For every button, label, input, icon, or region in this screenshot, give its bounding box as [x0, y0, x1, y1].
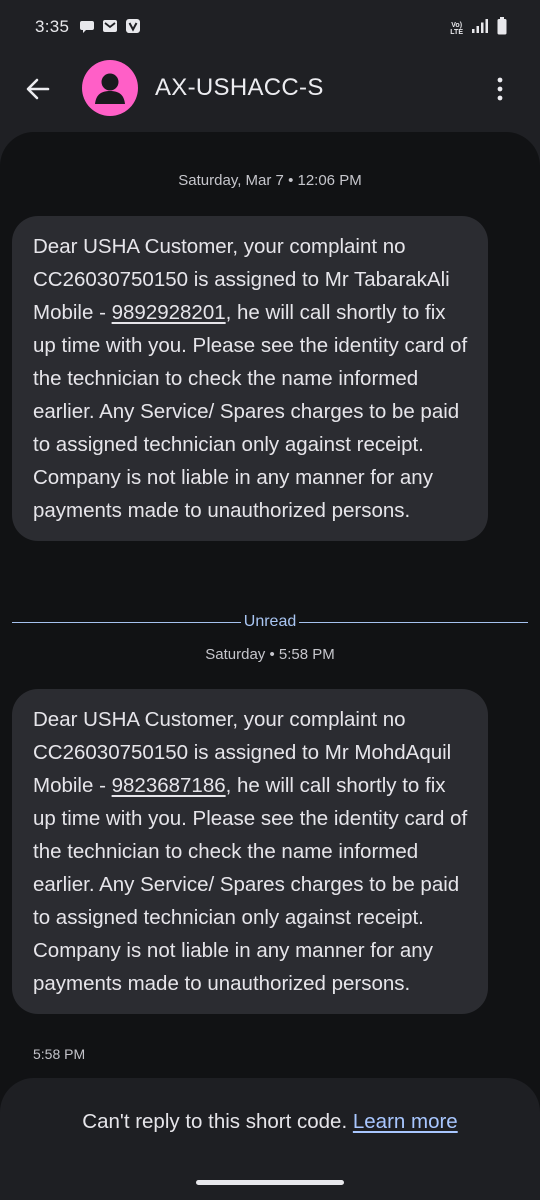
person-icon	[95, 73, 125, 104]
contact-avatar[interactable]	[82, 60, 138, 116]
battery-icon	[497, 17, 507, 40]
date-header: Saturday • 5:58 PM	[205, 646, 335, 663]
gmail-icon	[102, 18, 118, 34]
home-indicator[interactable]	[196, 1180, 344, 1185]
learn-more-link[interactable]: Learn more	[353, 1110, 458, 1133]
message-text: , he will call shortly to fix up time wi…	[33, 774, 468, 995]
cant-reply-text: Can't reply to this short code.	[82, 1110, 348, 1133]
status-time: 3:35	[35, 17, 70, 36]
phone-number-link[interactable]: 9892928201	[112, 301, 226, 324]
volte-bottom-label: LTE	[450, 28, 463, 36]
reply-footer: Can't reply to this short code. Learn mo…	[0, 1078, 540, 1200]
top-app-bar: AX-USHACC-S	[0, 56, 540, 132]
message-text: , he will call shortly to fix up time wi…	[33, 301, 468, 522]
unread-label: Unread	[243, 613, 297, 630]
signal-icon	[471, 18, 489, 39]
volte-icon: Vo) LTE	[450, 22, 463, 36]
back-button[interactable]	[22, 73, 54, 105]
conversation-panel[interactable]: Saturday, Mar 7 • 12:06 PM Dear USHA Cus…	[0, 132, 540, 1200]
volte-top-label: Vo)	[451, 21, 463, 29]
message-timestamp: 5:58 PM	[33, 1046, 86, 1062]
vi-app-icon	[125, 18, 141, 34]
status-bar: 3:35 Vo) LTE	[0, 0, 540, 56]
unread-divider: Unread	[12, 612, 529, 632]
divider-line	[299, 621, 529, 623]
system-icons: Vo) LTE	[450, 17, 507, 40]
more-options-button[interactable]	[488, 74, 512, 104]
message-bubble[interactable]: Dear USHA Customer, your complaint no CC…	[12, 689, 488, 1014]
chat-bubble-icon	[79, 18, 95, 34]
date-header: Saturday, Mar 7 • 12:06 PM	[178, 172, 362, 189]
back-arrow-icon	[26, 78, 50, 100]
message-bubble[interactable]: Dear USHA Customer, your complaint no CC…	[12, 216, 488, 541]
divider-line	[12, 621, 241, 623]
contact-name[interactable]: AX-USHACC-S	[155, 74, 324, 102]
more-vert-icon	[497, 77, 503, 101]
phone-number-link[interactable]: 9823687186	[112, 774, 226, 797]
footer-notice: Can't reply to this short code. Learn mo…	[0, 1110, 540, 1134]
notification-icons	[79, 18, 141, 34]
